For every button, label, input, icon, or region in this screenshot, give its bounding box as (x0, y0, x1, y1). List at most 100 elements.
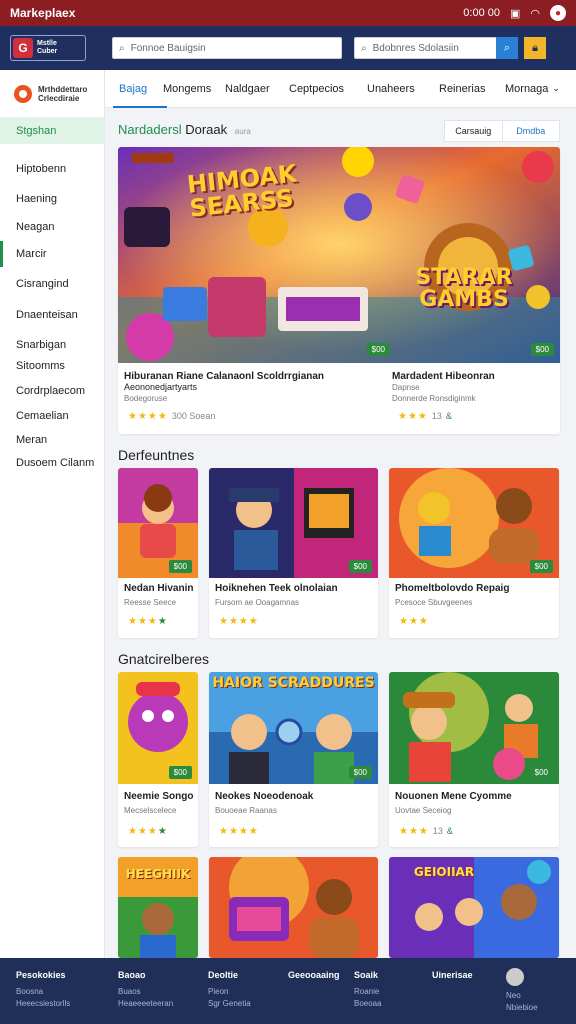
search-input[interactable]: ⌕ Fonnoe Bauigsin (112, 37, 342, 59)
footer-heading: Uinerisae (432, 970, 473, 980)
sidebar-item-5[interactable]: Cisrangind (0, 271, 105, 297)
footer-heading: Baoao (118, 970, 146, 980)
footer-link[interactable]: Buaos (118, 986, 173, 998)
game-card-title: Nouonen Mene Cyomme (395, 791, 512, 802)
footer-link[interactable]: Heaeeeeteeran (118, 998, 173, 1010)
footer-heading: Deoltie (208, 970, 239, 980)
footer-link[interactable]: Boeoaa (354, 998, 382, 1010)
sidebar-item-2[interactable]: Haening (0, 186, 105, 212)
featured-rating-pct-right: & (445, 411, 452, 421)
featured-card[interactable]: HIMOAK SEARSS STARAR GAMBS $00 $00 Hibur… (118, 147, 560, 434)
search-placeholder: Fonnoe Bauigsin (130, 42, 206, 54)
sidebar-item-0[interactable]: Stgshan (0, 118, 105, 144)
game-card-title: Phomeltbolovdo Repaig (395, 583, 510, 594)
tab-4[interactable]: Unaheers (367, 70, 415, 108)
featured-card-art: HIMOAK SEARSS STARAR GAMBS $00 $00 (118, 147, 560, 363)
tab-5[interactable]: Reinerias (439, 70, 485, 108)
footer-column: Neo Nbiebioe (506, 990, 538, 1014)
app-name: Markeplaex (10, 6, 76, 20)
game-card-rating: ★★★★ (128, 616, 168, 627)
game-card-price: $00 (348, 560, 372, 573)
sidebar-item-6[interactable]: Dnaenteisan (0, 302, 105, 328)
game-card-subtitle: Uovtae Seceiog (395, 806, 452, 815)
sidebar-item-10[interactable]: Cemaelian (0, 403, 105, 429)
footer-link[interactable]: Pieon (208, 986, 251, 998)
brand-logo-line1: Mstlle (37, 40, 57, 47)
featured-title: Nardadersl Doraak aura (118, 122, 251, 137)
featured-item-title-left: Hiburanan Riane Calanaonl Scoldrrgianan (124, 371, 325, 382)
sidebar-logo[interactable]: Mrthddettaro Crlecdiraie (0, 70, 104, 118)
sidebar-logo-line1: Mrthddettaro (38, 84, 88, 94)
footer-link[interactable]: Boosna (16, 986, 70, 998)
sort-option-right[interactable]: Dmdba (501, 121, 560, 141)
game-card-art: HEEGHIIK (118, 857, 198, 958)
game-card-subtitle: Bouoeae Raanas (215, 806, 277, 815)
search-icon: ⌕ (119, 42, 125, 54)
lock-button[interactable]: 🔒︎ (524, 37, 546, 59)
secondary-search-input[interactable]: ⌕ Bdobnres Sdolasiin (354, 37, 500, 59)
screenshot-icon: ▣ (509, 7, 521, 20)
game-card[interactable]: HEEGHIIK (118, 857, 198, 958)
sidebar-item-9[interactable]: Cordrplaecom (0, 378, 105, 404)
footer-column: Uinerisae (432, 970, 473, 986)
game-card[interactable]: $00 Phomeltbolovdo Repaig Pcesoce Sbuvge… (389, 468, 559, 638)
sort-option-left[interactable]: Carsauig (445, 126, 502, 136)
game-card[interactable]: $00 Nedan Hivanin Reesse Seece ★★★★ (118, 468, 198, 638)
globe-icon[interactable] (506, 968, 524, 986)
tab-3[interactable]: Ceptpecios (289, 70, 344, 108)
game-card-price: $00 (529, 766, 553, 779)
featured-item-meta-left: Bodegoruse (124, 394, 168, 403)
sort-toggle: Carsauig Dmdba (444, 120, 560, 142)
game-card[interactable]: Hoiknehen Teek olnolaian Fursom ae Ooaga… (209, 468, 378, 638)
game-card-heading: GEIOIIAR (413, 865, 475, 879)
lock-icon: 🔒︎ (532, 41, 538, 54)
tab-0[interactable]: Bajag (112, 70, 168, 108)
game-card[interactable] (209, 857, 378, 958)
footer-link[interactable]: Sgr Genetia (208, 998, 251, 1010)
game-card[interactable]: GEIOIIAR (389, 857, 559, 958)
footer-column: Deoltie Pieon Sgr Genetia (208, 970, 251, 1010)
tab-1[interactable]: Mongems (163, 70, 211, 108)
featured-rating-left: ★★★★ 300 Soean (128, 411, 216, 422)
footer-column: Geeooaaing (288, 970, 340, 986)
search-icon: ⌕ (503, 41, 511, 54)
sidebar-item-4[interactable]: Marcir (0, 241, 105, 267)
game-card-art (209, 857, 378, 958)
featured-item-subtitle-left: Aeononedjartyarts (124, 382, 198, 392)
chevron-down-icon: ⌄ (552, 83, 560, 93)
tab-6[interactable]: Mornaga ⌄ (505, 70, 560, 108)
game-card-art: $00 (118, 468, 198, 578)
footer-column: Pesokokies Boosna Heeecsiestorlls (16, 970, 70, 1010)
section-3-title: Gnatcirelberes (118, 651, 210, 667)
game-card-rating: ★★★★ (128, 826, 168, 837)
game-card-rating-pct: & (446, 826, 453, 836)
game-card[interactable]: $00 Nouonen Mene Cyomme Uovtae Seceiog ★… (389, 672, 559, 847)
featured-price-right: $00 (530, 343, 554, 356)
featured-title-dark: Doraak (185, 122, 228, 137)
search-button[interactable]: ⌕ (496, 37, 518, 59)
footer-link[interactable]: Nbiebioe (506, 1002, 538, 1014)
game-card[interactable]: HAIOR SCRADDURES Neokes Noeodenoak Bouoe… (209, 672, 378, 847)
footer-column: Soaik Roanie Boeoaa (354, 970, 382, 1010)
sidebar-item-3[interactable]: Neagan (0, 214, 105, 240)
record-icon[interactable]: ● (550, 5, 566, 21)
featured-rating-right: ★★★ 13 & (398, 411, 452, 422)
game-card-art: GEIOIIAR (389, 857, 559, 958)
footer-heading: Geeooaaing (288, 970, 340, 980)
featured-rating-text-left: 300 Soean (171, 411, 216, 421)
footer-link[interactable]: Roanie (354, 986, 382, 998)
sidebar-item-8[interactable]: Sitoomms (0, 353, 105, 379)
brand-logo[interactable]: G Mstlle Cuber (10, 35, 86, 61)
footer-link[interactable]: Heeecsiestorlls (16, 998, 70, 1010)
section-2-title: Derfeuntnes (118, 447, 195, 463)
game-card[interactable]: $00 Neemie Songo Mecselscelece ★★★★ (118, 672, 198, 847)
game-card-price: $00 (168, 560, 192, 573)
footer-link[interactable]: Neo (506, 990, 538, 1002)
game-card-rating-text: 13 (432, 826, 443, 836)
game-card-title: Neemie Songo (124, 791, 194, 802)
tab-2[interactable]: Naldgaer (225, 70, 270, 108)
game-card-title: Nedan Hivanin (124, 583, 194, 594)
sidebar-item-12[interactable]: Dusoem Cilanm (0, 450, 105, 476)
featured-title-green: Nardadersl (118, 122, 182, 137)
sidebar-item-1[interactable]: Hiptobenn (0, 156, 105, 182)
